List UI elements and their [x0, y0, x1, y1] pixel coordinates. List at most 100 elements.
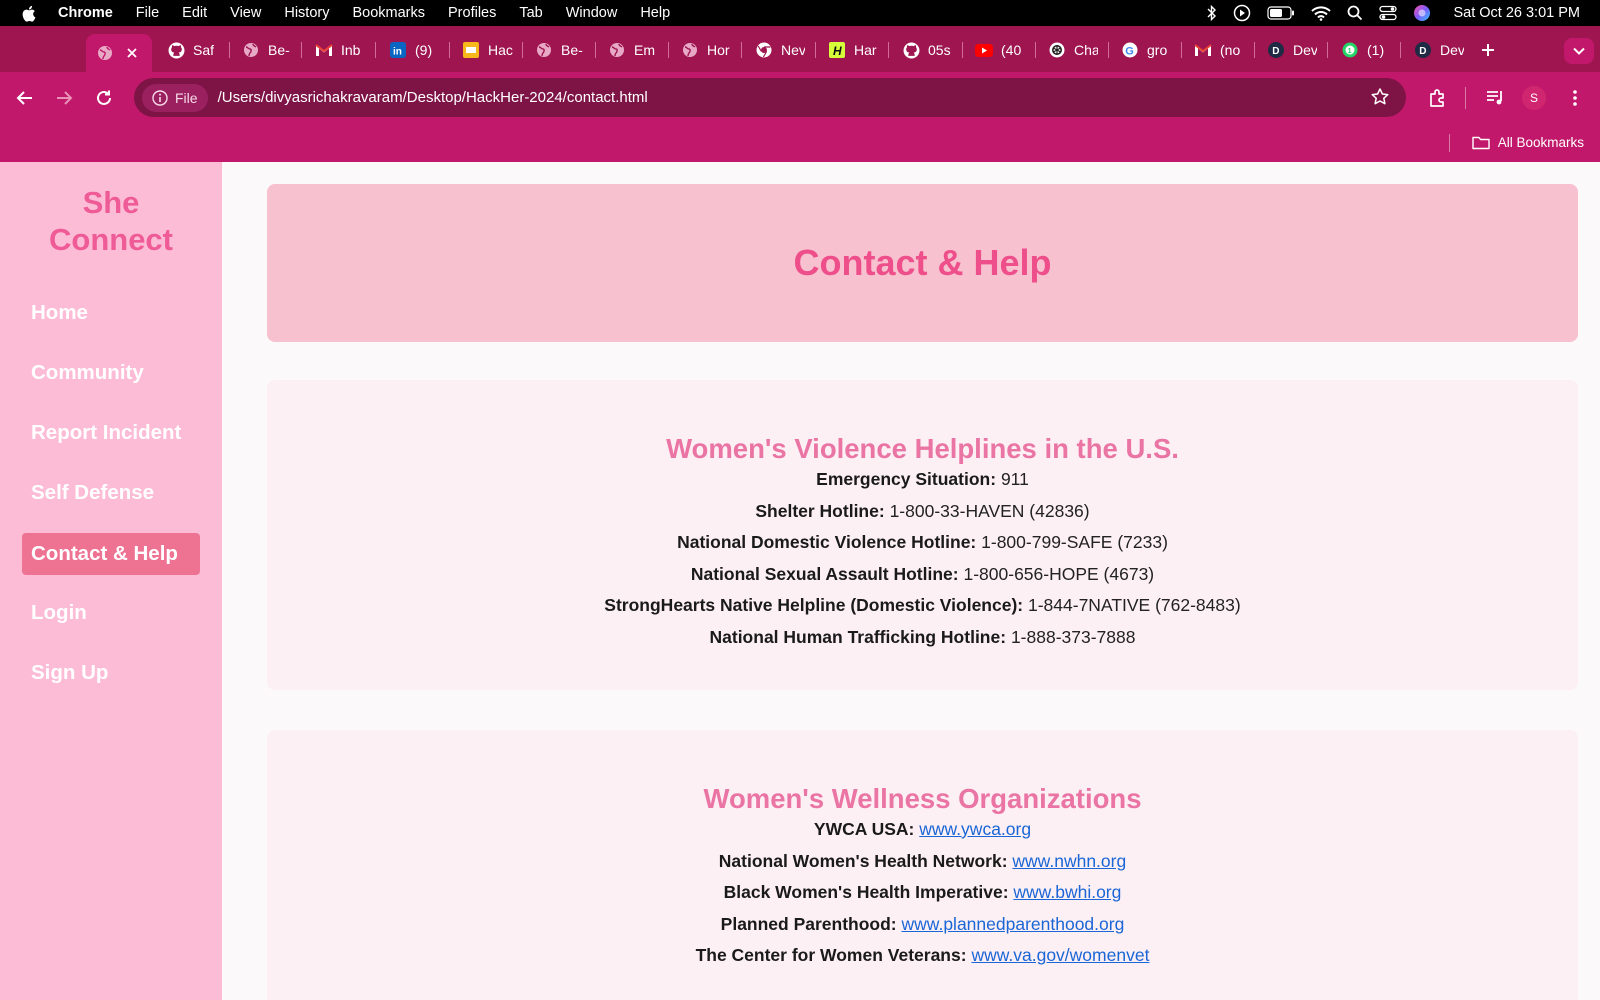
org-label: Black Women's Health Imperative: [723, 882, 1009, 902]
nav-contact-help[interactable]: Contact & Help [22, 533, 200, 575]
reload-icon[interactable] [91, 85, 117, 111]
spotlight-search-icon[interactable] [1347, 5, 1363, 21]
web-page: She Connect Home Community Report Incide… [0, 162, 1600, 1000]
youtube-icon [975, 41, 993, 59]
tab-2[interactable]: Be- [242, 34, 292, 66]
more-menu-kebab-icon[interactable] [1562, 85, 1588, 111]
tab-separator [1035, 42, 1036, 58]
menu-tab[interactable]: Tab [519, 5, 542, 21]
battery-icon[interactable] [1267, 6, 1295, 20]
bookmark-star-icon[interactable] [1370, 87, 1390, 107]
chrome-icon [755, 41, 773, 59]
wifi-icon[interactable] [1311, 5, 1332, 21]
org-link-ywca[interactable]: www.ywca.org [919, 819, 1031, 839]
nav-home[interactable]: Home [22, 292, 200, 334]
media-controls-icon[interactable] [1482, 85, 1508, 111]
helpline-row: Emergency Situation: 911 [267, 464, 1578, 496]
apple-icon[interactable] [22, 5, 38, 22]
nav-community[interactable]: Community [22, 352, 200, 394]
menu-window[interactable]: Window [566, 5, 618, 21]
bluetooth-icon[interactable] [1207, 5, 1217, 21]
svg-text:H: H [833, 44, 842, 58]
tab-separator [741, 42, 742, 58]
tab-separator [1327, 42, 1328, 58]
toolbar-divider [1465, 87, 1466, 109]
org-row: Planned Parenthood: www.plannedparenthoo… [267, 909, 1578, 941]
mac-menubar: Chrome File Edit View History Bookmarks … [0, 0, 1600, 26]
close-tab-icon[interactable] [126, 47, 138, 59]
menu-history[interactable]: History [284, 5, 329, 21]
tab-separator [375, 42, 376, 58]
tab-13[interactable]: Cha [1048, 34, 1098, 66]
tab-12[interactable]: (40 [975, 34, 1025, 66]
new-tab-plus-icon[interactable] [1476, 38, 1500, 62]
nav-login[interactable]: Login [22, 592, 200, 634]
tab-10[interactable]: H Har [828, 34, 878, 66]
globe-icon [608, 41, 626, 59]
browser-toolbar: File /Users/divyasrichakravaram/Desktop/… [0, 72, 1600, 124]
helpline-row: National Domestic Violence Hotline: 1-80… [267, 527, 1578, 559]
tab-search-chevron-icon[interactable] [1564, 38, 1594, 64]
helpline-number: 1-800-33-HAVEN (42836) [889, 500, 1090, 521]
nav-report-incident[interactable]: Report Incident [22, 412, 200, 454]
helpline-label: National Human Trafficking Hotline: [709, 626, 1007, 647]
siri-icon[interactable] [1413, 4, 1431, 22]
org-link-nwhn[interactable]: www.nwhn.org [1012, 851, 1126, 871]
d-icon: D [1267, 41, 1285, 59]
tab-separator [962, 42, 963, 58]
tab-4[interactable]: in (9) [389, 34, 439, 66]
profile-avatar[interactable]: S [1522, 86, 1546, 110]
menu-file[interactable]: File [136, 5, 159, 21]
tab-14[interactable]: G gro [1121, 34, 1171, 66]
tab-separator [1108, 42, 1109, 58]
menu-bookmarks[interactable]: Bookmarks [352, 5, 425, 21]
tab-contact-active[interactable] [86, 34, 152, 72]
org-row: YWCA USA: www.ywca.org [267, 814, 1578, 846]
org-row: Black Women's Health Imperative: www.bwh… [267, 877, 1578, 909]
tab-15[interactable]: (no [1194, 34, 1244, 66]
tab-separator [1254, 42, 1255, 58]
tab-11[interactable]: 05s [902, 34, 952, 66]
extensions-puzzle-icon[interactable] [1424, 85, 1450, 111]
tab-5[interactable]: Hac [462, 34, 514, 66]
helpline-label: Emergency Situation: [816, 469, 997, 489]
org-link-planned-parenthood[interactable]: www.plannedparenthood.org [902, 914, 1125, 934]
site-info-chip[interactable]: File [142, 83, 208, 112]
tab-6[interactable]: Be- [535, 34, 585, 66]
helpline-number: 1-888-373-7888 [1010, 626, 1136, 647]
all-bookmarks-button[interactable]: All Bookmarks [1472, 134, 1584, 150]
back-arrow-icon[interactable] [12, 85, 38, 111]
org-link-bwhi[interactable]: www.bwhi.org [1013, 882, 1121, 902]
tab-3[interactable]: Inb [315, 34, 365, 66]
tab-7[interactable]: Em [608, 34, 658, 66]
menu-app-name[interactable]: Chrome [58, 5, 113, 21]
menu-view[interactable]: View [230, 5, 261, 21]
tab-17[interactable]: 1 (1) [1341, 34, 1391, 66]
tab-8[interactable]: Hor [681, 34, 731, 66]
address-url[interactable]: /Users/divyasrichakravaram/Desktop/HackH… [218, 89, 648, 106]
tab-9[interactable]: Nev [755, 34, 805, 66]
control-center-icon[interactable] [1379, 5, 1398, 21]
gmail-icon [1194, 41, 1212, 59]
h-icon: H [828, 41, 846, 59]
org-label: The Center for Women Veterans: [695, 945, 967, 965]
d-icon: D [1414, 41, 1432, 59]
helpline-label: StrongHearts Native Helpline (Domestic V… [604, 595, 1024, 615]
nav-sign-up[interactable]: Sign Up [22, 652, 200, 694]
org-link-va-womenvet[interactable]: www.va.gov/womenvet [971, 945, 1149, 965]
tab-18[interactable]: D Dev [1414, 34, 1464, 66]
helplines-section: Women's Violence Helplines in the U.S. E… [267, 380, 1578, 690]
menu-profiles[interactable]: Profiles [448, 5, 496, 21]
page-title: Contact & Help [793, 242, 1052, 283]
play-circle-icon[interactable] [1233, 4, 1251, 22]
forward-arrow-icon[interactable] [51, 85, 77, 111]
tab-16[interactable]: D Dev [1267, 34, 1317, 66]
menu-help[interactable]: Help [640, 5, 670, 21]
address-bar[interactable]: File /Users/divyasrichakravaram/Desktop/… [134, 78, 1406, 117]
nav-self-defense[interactable]: Self Defense [22, 472, 200, 514]
menu-edit[interactable]: Edit [182, 5, 207, 21]
helpline-number: 1-844-7NATIVE (762-8483) [1027, 595, 1241, 615]
menubar-clock[interactable]: Sat Oct 26 3:01 PM [1453, 5, 1580, 21]
tab-1[interactable]: Saf [167, 34, 219, 66]
brand-logo-text[interactable]: She Connect [0, 184, 222, 258]
